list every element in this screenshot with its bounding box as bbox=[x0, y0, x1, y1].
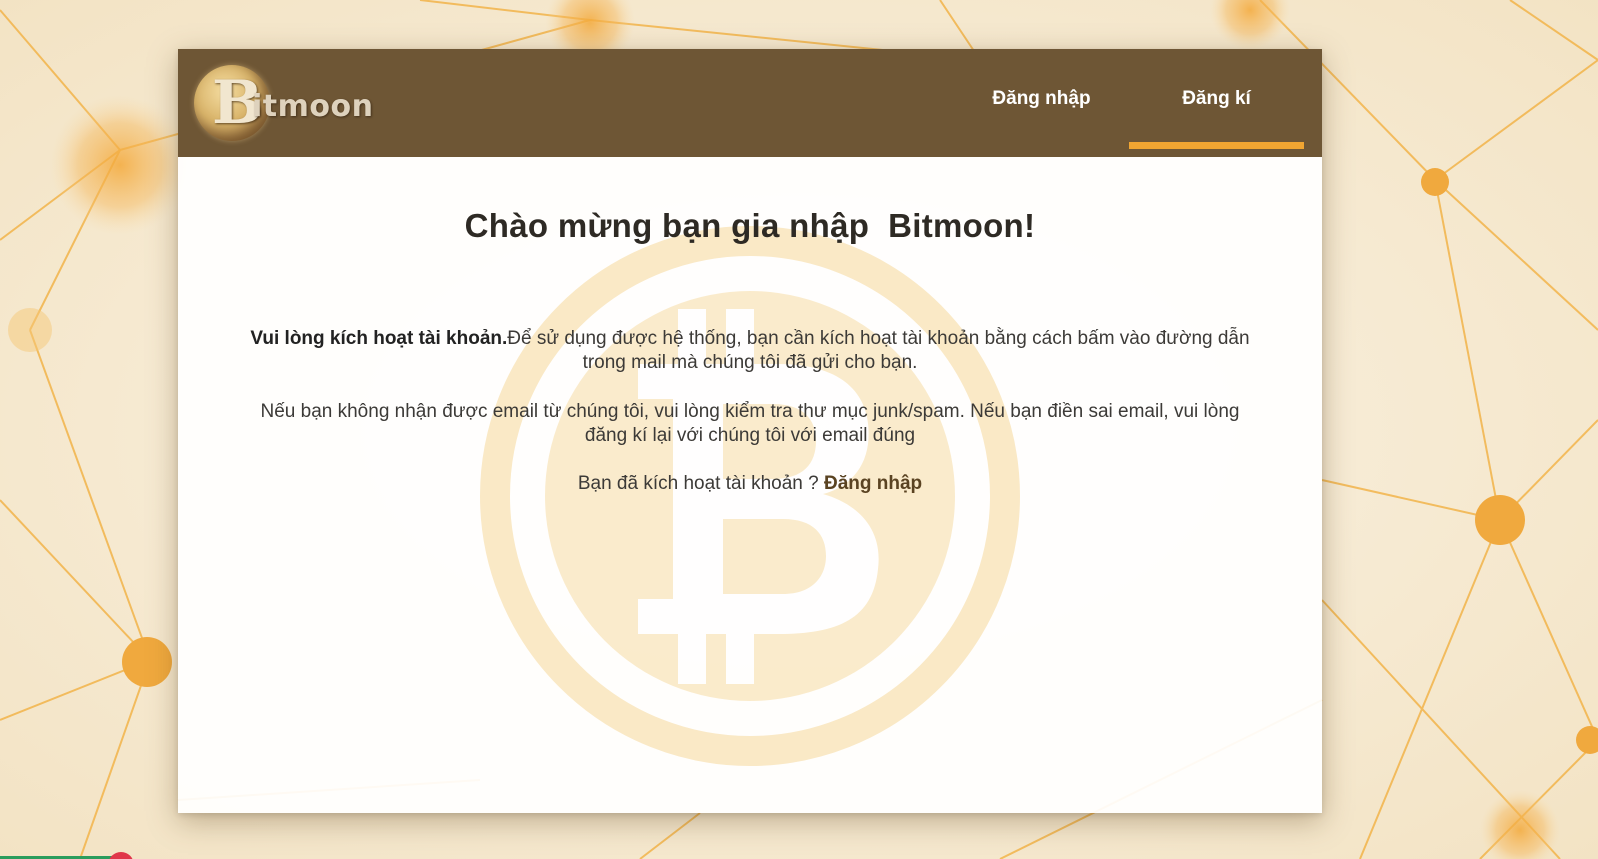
bitcoin-icon bbox=[480, 226, 1020, 766]
nav-login[interactable]: Đăng nhập bbox=[954, 49, 1129, 149]
logo-text-suffix: itmoon bbox=[252, 89, 374, 124]
brand-logo[interactable]: B itmoon bbox=[194, 65, 373, 141]
activated-line: Bạn đã kích hoạt tài khoản ? Đăng nhập bbox=[248, 472, 1252, 496]
login-link[interactable]: Đăng nhập bbox=[824, 473, 922, 494]
no-email-message: Nếu bạn không nhận được email từ chúng t… bbox=[260, 401, 1240, 446]
registration-success-card: B itmoon Đăng nhập Đăng kí Chào mừng bạn… bbox=[178, 49, 1322, 813]
activation-text: Để sử dụng được hệ thống, bạn cần kích h… bbox=[507, 328, 1250, 373]
header-bar: B itmoon Đăng nhập Đăng kí bbox=[178, 49, 1322, 157]
activation-bold: Vui lòng kích hoạt tài khoản. bbox=[250, 328, 508, 349]
activation-message: Vui lòng kích hoạt tài khoản.Để sử dụng … bbox=[248, 327, 1252, 375]
logo-text: itmoon bbox=[252, 87, 373, 127]
nav-register[interactable]: Đăng kí bbox=[1129, 49, 1304, 149]
card-body: Chào mừng bạn gia nhập Bitmoon! Vui lòng… bbox=[178, 157, 1322, 813]
page-title: Chào mừng bạn gia nhập Bitmoon! bbox=[464, 207, 1036, 244]
top-nav: Đăng nhập Đăng kí bbox=[954, 49, 1304, 149]
activated-question: Bạn đã kích hoạt tài khoản ? bbox=[577, 473, 824, 494]
